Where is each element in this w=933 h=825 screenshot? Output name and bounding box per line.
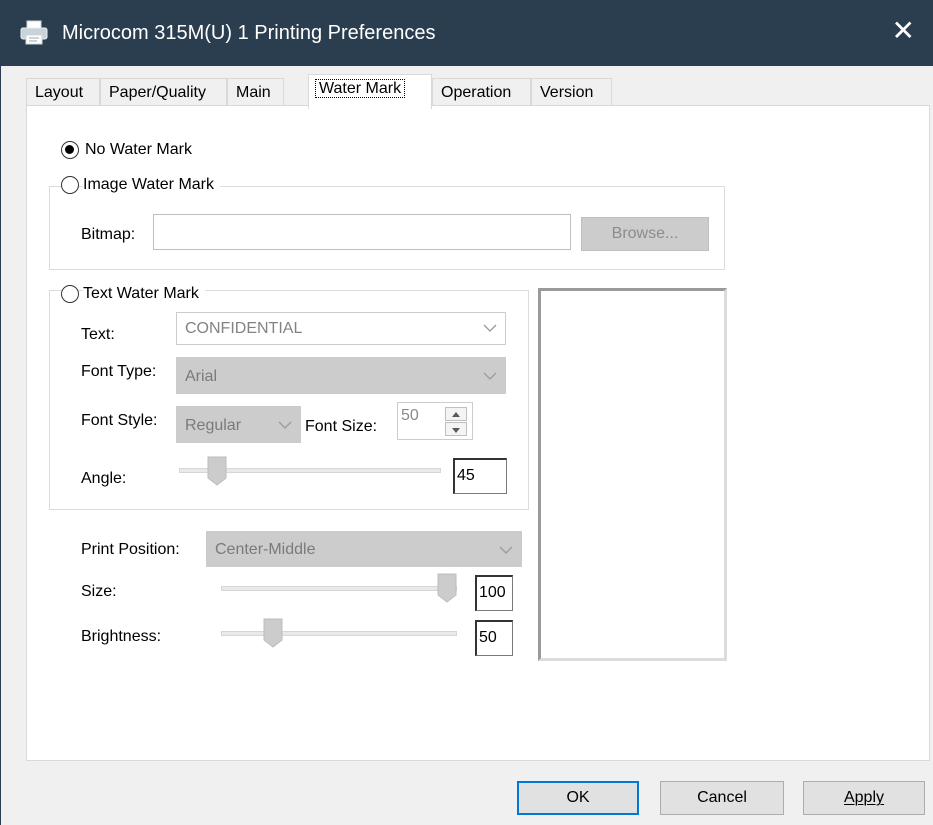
size-slider-track[interactable] (221, 586, 457, 591)
tab-paper-quality-label: Paper/Quality (109, 84, 206, 101)
chevron-down-icon (483, 324, 497, 333)
font-size-spinner[interactable]: 50 (397, 402, 473, 440)
text-value: CONFIDENTIAL (185, 320, 303, 337)
printer-icon (20, 20, 48, 45)
watermark-preview (538, 288, 727, 661)
angle-input[interactable]: 45 (453, 458, 507, 494)
size-value: 100 (479, 584, 506, 601)
tab-version-label: Version (540, 84, 594, 101)
bitmap-label: Bitmap: (81, 226, 136, 243)
print-position-value: Center-Middle (215, 541, 316, 558)
angle-label: Angle: (81, 470, 127, 487)
tab-layout[interactable]: Layout (26, 78, 100, 108)
ok-label: OK (566, 789, 590, 806)
angle-value: 45 (457, 467, 475, 484)
tab-water-mark-label: Water Mark (315, 79, 406, 98)
size-slider-thumb[interactable] (437, 573, 457, 603)
close-icon[interactable]: ✕ (892, 14, 915, 48)
window-title: Microcom 315M(U) 1 Printing Preferences (62, 22, 436, 44)
spin-down-button[interactable] (445, 422, 467, 436)
font-style-value: Regular (185, 417, 242, 434)
font-style-label: Font Style: (81, 412, 158, 429)
tab-operation-label: Operation (441, 84, 512, 101)
tab-version[interactable]: Version (531, 78, 612, 108)
chevron-down-icon (278, 421, 292, 430)
font-type-combo[interactable]: Arial (176, 357, 506, 394)
cancel-label: Cancel (697, 789, 747, 806)
text-combo[interactable]: CONFIDENTIAL (176, 312, 506, 345)
print-position-combo[interactable]: Center-Middle (206, 531, 522, 567)
tab-operation[interactable]: Operation (432, 78, 531, 108)
font-style-combo[interactable]: Regular (176, 406, 301, 443)
tab-layout-label: Layout (35, 84, 84, 101)
print-position-label: Print Position: (81, 541, 180, 558)
browse-label: Browse... (611, 225, 679, 242)
brightness-slider-track[interactable] (221, 631, 457, 636)
brightness-input[interactable]: 50 (475, 620, 513, 656)
tab-main-label: Main (236, 84, 271, 101)
brightness-value: 50 (479, 629, 497, 646)
apply-label: Apply (843, 789, 885, 806)
text-watermark-label: Text Water Mark (83, 284, 205, 304)
triangle-up-icon (452, 412, 460, 417)
font-size-value: 50 (401, 407, 419, 424)
angle-slider-thumb[interactable] (207, 456, 227, 486)
no-watermark-radio[interactable] (61, 141, 79, 159)
apply-button[interactable]: Apply (803, 781, 925, 815)
text-watermark-radio[interactable] (61, 285, 79, 303)
image-watermark-label: Image Water Mark (83, 175, 220, 195)
cancel-button[interactable]: Cancel (660, 781, 784, 815)
ok-button[interactable]: OK (517, 781, 639, 815)
tab-main[interactable]: Main (227, 78, 284, 108)
triangle-down-icon (452, 428, 460, 433)
font-type-value: Arial (185, 368, 218, 385)
no-watermark-label: No Water Mark (85, 141, 192, 158)
title-bar: Microcom 315M(U) 1 Printing Preferences … (0, 0, 933, 66)
chevron-down-icon (483, 372, 497, 381)
bitmap-field[interactable] (153, 214, 571, 250)
chevron-down-icon (499, 546, 513, 555)
image-watermark-radio[interactable] (61, 176, 79, 194)
size-label: Size: (81, 583, 117, 600)
tab-paper-quality[interactable]: Paper/Quality (100, 78, 227, 108)
brightness-label: Brightness: (81, 628, 162, 645)
size-input[interactable]: 100 (475, 575, 513, 611)
font-type-label: Font Type: (81, 363, 157, 380)
tab-water-mark[interactable]: Water Mark (308, 74, 432, 109)
spin-up-button[interactable] (445, 407, 467, 421)
text-label: Text: (81, 326, 115, 343)
font-size-label: Font Size: (305, 418, 378, 435)
brightness-slider-thumb[interactable] (263, 618, 283, 648)
water-mark-panel: No Water Mark Image Water Mark Bitmap: B… (26, 105, 930, 761)
browse-button[interactable]: Browse... (581, 217, 709, 251)
